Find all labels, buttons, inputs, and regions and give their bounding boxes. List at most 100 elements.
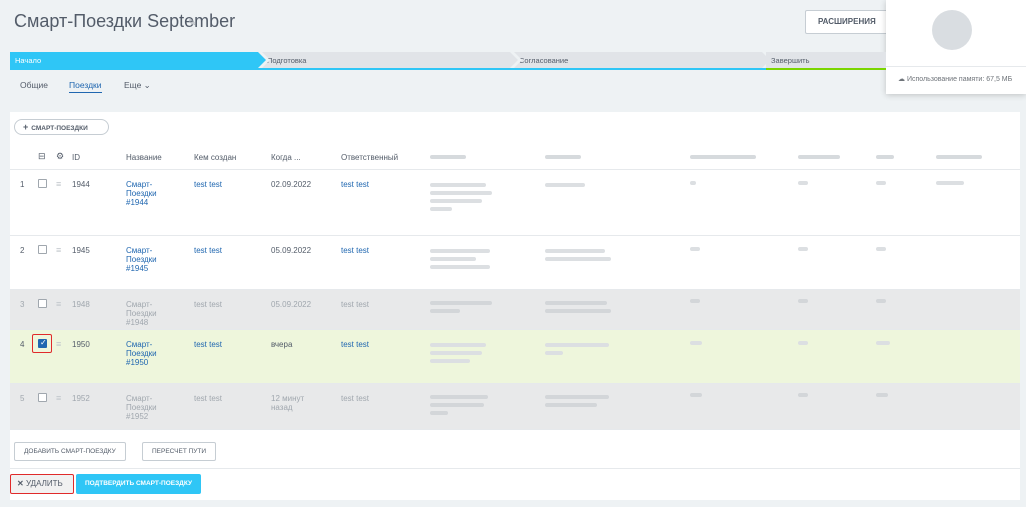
tab-general[interactable]: Общие [20, 80, 48, 90]
cell-id: 1948 [72, 300, 90, 309]
blurred-cell [430, 183, 486, 187]
collapse-icon[interactable]: ⊟ [38, 151, 46, 162]
blurred-cell [430, 207, 452, 211]
row-drag-handle-icon[interactable]: ≡ [56, 339, 61, 349]
table-row[interactable]: 3 ≡ 1948 Смарт-Поездки #1948 test test 0… [10, 290, 1020, 330]
col-id[interactable]: ID [72, 153, 80, 162]
close-icon: ✕ [17, 479, 24, 488]
stage-finish-line [766, 68, 886, 70]
delete-button[interactable]: ✕ УДАЛИТЬ [10, 474, 74, 494]
tab-trips[interactable]: Поездки [69, 80, 102, 93]
blurred-cell [876, 299, 886, 303]
cloud-icon: ☁ [898, 76, 905, 83]
cell-title-link[interactable]: Смарт-Поездки #1952 [126, 394, 176, 421]
stage-approval[interactable]: Согласование [514, 52, 770, 68]
cell-created-by-link[interactable]: test test [194, 394, 222, 403]
blurred-cell [430, 199, 482, 203]
col-when[interactable]: Когда ... [271, 153, 301, 162]
add-smart-trip-pill[interactable]: + СМАРТ-ПОЕЗДКИ [14, 119, 109, 135]
blurred-cell [545, 301, 607, 305]
cell-responsible-link[interactable]: test test [341, 340, 369, 349]
cell-title-link[interactable]: Смарт-Поездки #1945 [126, 246, 176, 273]
row-number: 4 [20, 340, 25, 349]
popup-divider [886, 66, 1026, 67]
confirm-smart-trip-button[interactable]: ПОДТВЕРДИТЬ СМАРТ-ПОЕЗДКУ [76, 474, 201, 494]
table-row[interactable]: 4 ≡ 1950 Смарт-Поездки #1950 test test в… [10, 330, 1020, 384]
stage-preparation[interactable]: Подготовка [262, 52, 518, 68]
blurred-cell [545, 183, 585, 187]
cell-when: 12 минут назад [271, 394, 305, 412]
blurred-cell [545, 403, 597, 407]
row-number: 2 [20, 246, 25, 255]
edit-title-icon[interactable]: ✎ [188, 18, 196, 29]
blurred-cell [430, 411, 448, 415]
globe-icon [932, 10, 972, 50]
table-row[interactable]: 1 ≡ 1944 Смарт-Поездки #1944 test test 0… [10, 170, 1020, 236]
grid-header: ⊟ ⚙ ID Название Кем создан Когда ... Отв… [10, 144, 1020, 170]
cell-responsible-link[interactable]: test test [341, 246, 369, 255]
settings-gear-icon[interactable]: ⚙ [56, 151, 64, 162]
blurred-cell [430, 265, 490, 269]
grid-panel: + СМАРТ-ПОЕЗДКИ ⊟ ⚙ ID Название Кем созда… [10, 112, 1020, 500]
recalculate-route-button[interactable]: ПЕРЕСЧЕТ ПУТИ [142, 442, 217, 461]
blurred-cell [430, 343, 486, 347]
col-blurred [545, 155, 581, 159]
table-row[interactable]: 2 ≡ 1945 Смарт-Поездки #1945 test test 0… [10, 236, 1020, 290]
row-drag-handle-icon[interactable]: ≡ [56, 245, 61, 255]
row-checkbox[interactable] [38, 393, 47, 402]
page-header: Смарт-Поездки September ✎ РАСШИРЕНИЯ [0, 0, 1026, 46]
col-blurred [936, 155, 982, 159]
cell-title-link[interactable]: Смарт-Поездки #1948 [126, 300, 176, 327]
blurred-cell [690, 341, 702, 345]
cell-when: 05.09.2022 [271, 300, 312, 309]
row-drag-handle-icon[interactable]: ≡ [56, 299, 61, 309]
blurred-cell [798, 181, 808, 185]
row-checkbox[interactable] [38, 245, 47, 254]
action-footer: ✕ УДАЛИТЬ ПОДТВЕРДИТЬ СМАРТ-ПОЕЗДКУ [10, 468, 1020, 500]
row-checkbox[interactable] [38, 179, 47, 188]
blurred-cell [876, 181, 886, 185]
tab-more[interactable]: Еще ⌄ [124, 80, 151, 91]
stage-start[interactable]: Начало [10, 52, 266, 68]
row-drag-handle-icon[interactable]: ≡ [56, 393, 61, 403]
cell-responsible-link[interactable]: test test [341, 180, 369, 189]
cell-id: 1952 [72, 394, 90, 403]
cell-responsible-link[interactable]: test test [341, 300, 369, 309]
blurred-cell [430, 257, 476, 261]
blurred-cell [430, 249, 490, 253]
cell-responsible-link[interactable]: test test [341, 394, 369, 403]
row-checkbox-checked[interactable] [38, 338, 47, 348]
blurred-cell [936, 181, 964, 185]
blurred-cell [876, 341, 890, 345]
blurred-cell [430, 403, 484, 407]
col-blurred [690, 155, 756, 159]
blurred-cell [876, 393, 888, 397]
add-smart-trip-button[interactable]: ДОБАВИТЬ СМАРТ-ПОЕЗДКУ [14, 442, 126, 461]
col-responsible[interactable]: Ответственный [341, 153, 398, 162]
blurred-cell [545, 309, 611, 313]
cell-title-link[interactable]: Смарт-Поездки #1944 [126, 180, 176, 207]
col-title[interactable]: Название [126, 153, 162, 162]
row-checkbox[interactable] [38, 299, 47, 308]
blurred-cell [798, 247, 808, 251]
blurred-cell [545, 343, 609, 347]
col-blurred [798, 155, 840, 159]
cell-created-by-link[interactable]: test test [194, 180, 222, 189]
cell-id: 1950 [72, 340, 90, 349]
stage-finish[interactable]: Завершить [766, 52, 886, 68]
extensions-button[interactable]: РАСШИРЕНИЯ [805, 10, 889, 34]
cell-created-by-link[interactable]: test test [194, 246, 222, 255]
blurred-cell [876, 247, 886, 251]
cell-created-by-link[interactable]: test test [194, 340, 222, 349]
cell-created-by-link[interactable]: test test [194, 300, 222, 309]
blurred-cell [545, 351, 563, 355]
table-row[interactable]: 5 ≡ 1952 Смарт-Поездки #1952 test test 1… [10, 384, 1020, 430]
add-pill-label: СМАРТ-ПОЕЗДКИ [31, 125, 88, 132]
row-drag-handle-icon[interactable]: ≡ [56, 179, 61, 189]
delete-label: УДАЛИТЬ [25, 479, 63, 488]
cell-id: 1944 [72, 180, 90, 189]
col-created-by[interactable]: Кем создан [194, 153, 236, 162]
blurred-cell [690, 299, 700, 303]
cell-title-link[interactable]: Смарт-Поездки #1950 [126, 340, 176, 367]
blurred-cell [430, 301, 492, 305]
